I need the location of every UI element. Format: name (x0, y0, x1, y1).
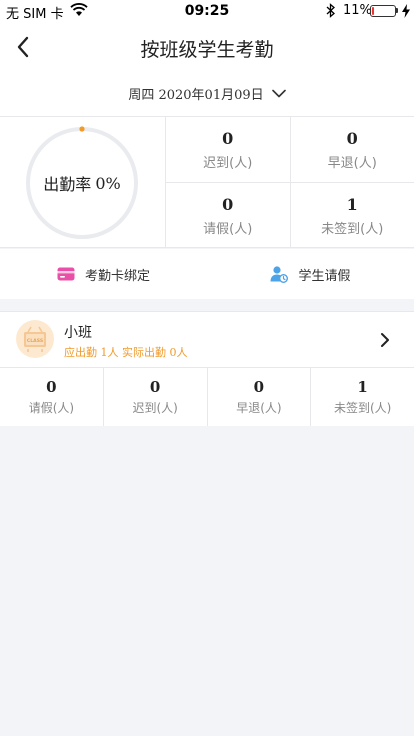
class-header[interactable]: CLASS 小班 应出勤 1人 实际出勤 0人 (0, 312, 414, 368)
page-title: 按班级学生考勤 (140, 39, 274, 61)
stat-value: 0 (222, 129, 234, 148)
attendance-summary: 出勤率 0% 0 迟到(人) 0 早退(人) 0 请假(人) 1 未签到(人) (0, 116, 414, 248)
stat-not-signed[interactable]: 1 未签到(人) (289, 182, 414, 248)
card-binding-label: 考勤卡绑定 (84, 268, 150, 284)
class-stat-late[interactable]: 0 迟到(人) (102, 368, 207, 426)
class-stats-row: 0 请假(人) 0 迟到(人) 0 早退(人) 1 未签到(人) (0, 368, 414, 426)
status-bar: 无 SIM 卡 09:25 11% (0, 0, 414, 22)
attendance-rate-label: 出勤率 0% (24, 125, 140, 241)
stat-value: 0 (346, 129, 358, 148)
back-arrow-icon[interactable] (14, 35, 34, 59)
charging-icon (402, 4, 410, 18)
expected-label: 应出勤 (64, 346, 97, 359)
date-text: 周四 2020年01月09日 (128, 88, 264, 103)
bluetooth-icon (326, 3, 335, 18)
chevron-right-icon (381, 333, 389, 347)
date-row: 周四 2020年01月09日 (0, 72, 414, 116)
class-name: 小班 (64, 325, 92, 341)
nav-bar: 按班级学生考勤 (0, 22, 414, 72)
stat-late[interactable]: 0 迟到(人) (165, 117, 290, 183)
stat-value: 0 (46, 378, 57, 396)
carrier-label: 无 SIM 卡 (6, 7, 64, 22)
chevron-down-icon (271, 89, 286, 98)
stat-label: 迟到(人) (203, 156, 253, 171)
date-picker[interactable]: 周四 2020年01月09日 (128, 84, 286, 103)
battery-cap (396, 8, 398, 13)
stat-value: 0 (222, 194, 234, 214)
stat-value: 1 (346, 194, 358, 214)
stat-label: 请假(人) (28, 401, 75, 415)
class-card: CLASS 小班 应出勤 1人 实际出勤 0人 0 请假(人) 0 迟到(人) … (0, 311, 414, 426)
action-bar: 考勤卡绑定 学生请假 (0, 249, 414, 299)
student-leave-button[interactable]: 学生请假 (207, 249, 414, 299)
stat-value: 0 (149, 378, 161, 396)
student-leave-label: 学生请假 (298, 268, 351, 284)
stat-value: 0 (253, 378, 265, 396)
class-avatar: CLASS (16, 320, 54, 358)
stat-label: 未签到(人) (321, 221, 384, 237)
stat-label: 迟到(人) (132, 401, 178, 415)
stat-label: 早退(人) (327, 156, 377, 171)
student-leave-icon (270, 266, 289, 283)
attendance-rate-ring: 出勤率 0% (24, 125, 140, 241)
card-icon (57, 267, 75, 281)
rate-label-text: 出勤率 (43, 175, 92, 194)
class-attendance-info: 应出勤 1人 实际出勤 0人 (64, 344, 188, 360)
stat-leave[interactable]: 0 请假(人) (165, 182, 290, 248)
class-stat-not-signed[interactable]: 1 未签到(人) (310, 368, 414, 426)
actual-value: 0人 (169, 346, 188, 359)
rate-value: 0% (95, 173, 121, 193)
class-board-icon: CLASS (24, 326, 46, 352)
stat-early-leave[interactable]: 0 早退(人) (289, 117, 414, 183)
stat-value: 1 (357, 378, 368, 396)
card-binding-button[interactable]: 考勤卡绑定 (0, 249, 207, 299)
stat-label: 请假(人) (203, 221, 253, 237)
stat-label: 未签到(人) (333, 401, 392, 415)
class-stat-early-leave[interactable]: 0 早退(人) (206, 368, 311, 426)
expected-value: 1人 (100, 346, 119, 359)
battery-icon (370, 5, 396, 17)
class-stat-leave[interactable]: 0 请假(人) (0, 368, 103, 426)
battery-percent: 11% (343, 3, 372, 18)
actual-label: 实际出勤 (122, 346, 166, 359)
summary-stats-grid: 0 迟到(人) 0 早退(人) 0 请假(人) 1 未签到(人) (165, 117, 414, 248)
avatar-text: CLASS (27, 338, 43, 344)
stat-label: 早退(人) (236, 401, 282, 415)
wifi-icon (70, 3, 88, 16)
